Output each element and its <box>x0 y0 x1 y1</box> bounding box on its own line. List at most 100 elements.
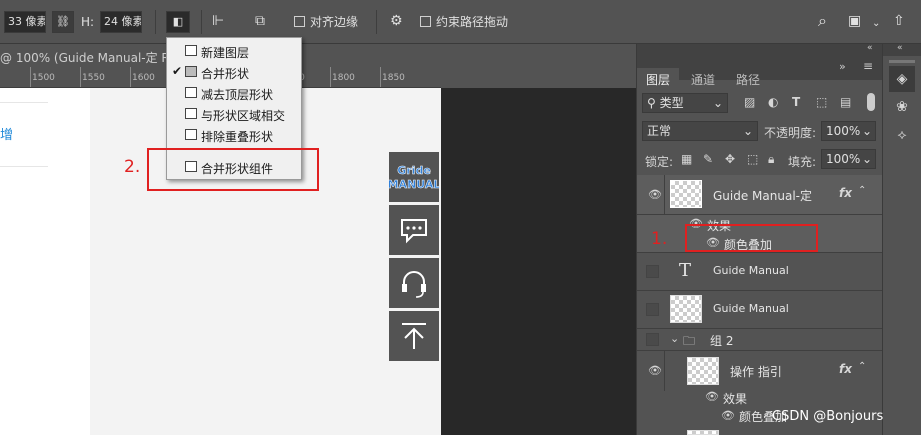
visibility-toggle[interactable] <box>646 333 659 346</box>
panel-header: « <box>637 43 883 56</box>
layer-row[interactable]: 👁︎ Guide Manual-定 fx ⌃ <box>637 175 883 215</box>
panel-expand-icon[interactable]: » <box>839 60 846 73</box>
canvas-text: 增 <box>0 128 14 143</box>
canvas-gap <box>48 88 90 435</box>
path-operations-button[interactable]: ◧ <box>166 11 190 33</box>
filter-toggle[interactable] <box>867 93 875 111</box>
layer-name[interactable]: Guide Manual <box>713 302 789 315</box>
share-icon[interactable]: ⇧ <box>893 13 905 29</box>
options-bar: 33 像素 ⛓ H: 24 像素 ◧ ⊩ ⧉ 对齐边缘 ⚙ 约束路径拖动 ⌕ ▣… <box>0 0 921 44</box>
width-field[interactable]: 33 像素 <box>4 11 46 33</box>
constrain-path-checkbox[interactable] <box>420 16 431 27</box>
height-field[interactable]: 24 像素 <box>100 11 142 33</box>
expand-icon[interactable]: « <box>897 43 903 53</box>
lock-transparent-icon[interactable]: ▦ <box>681 152 692 166</box>
menu-item-label: 新建图层 <box>201 46 250 60</box>
visibility-toggle[interactable] <box>646 303 659 316</box>
text-layer-icon: T <box>679 260 692 281</box>
smart-object-filter-icon[interactable]: ▤ <box>840 95 851 109</box>
effects-row[interactable]: 👁︎ 效果 <box>637 389 883 407</box>
panel-menu-icon[interactable]: ≡ <box>863 59 873 73</box>
tab-channels[interactable]: 通道 <box>682 68 724 92</box>
tab-layers[interactable]: 图层 <box>637 68 680 92</box>
properties-icon[interactable]: ❀ <box>889 94 915 120</box>
layers-panel-icon[interactable]: ◈ <box>889 66 915 92</box>
workspace-icon[interactable]: ▣ <box>848 13 861 29</box>
menu-item-combine-shapes[interactable]: ✔ 合并形状 <box>167 61 301 82</box>
subtract-front-shape-icon <box>185 87 197 98</box>
gear-icon[interactable]: ⚙ <box>390 13 403 29</box>
paths-icon[interactable]: ⟡ <box>889 122 915 148</box>
type-filter-icon[interactable]: T <box>792 95 800 109</box>
layer-row[interactable]: 👁︎ 操作 指引 fx ⌃ <box>637 351 883 391</box>
lock-all-icon[interactable]: 🔒︎ <box>768 152 774 167</box>
dock-header: « <box>883 43 921 56</box>
intersect-shape-icon <box>185 108 197 119</box>
ruler-line <box>130 67 131 87</box>
menu-item-label: 合并形状 <box>201 67 250 81</box>
chevron-down-icon[interactable]: ⌄ <box>670 332 679 345</box>
lock-artboard-icon[interactable]: ⬚ <box>747 152 758 166</box>
menu-item-exclude[interactable]: 排除重叠形状 <box>167 124 301 145</box>
blend-mode-select[interactable]: 正常 ⌄ <box>642 121 758 141</box>
new-layer-icon <box>185 45 197 56</box>
folder-icon: 🗀 <box>683 334 696 348</box>
lock-pixels-icon[interactable]: ✎ <box>703 152 713 166</box>
visibility-toggle[interactable] <box>646 265 659 278</box>
annotation-step-1: 1. <box>651 229 668 249</box>
combine-shapes-icon <box>185 66 197 77</box>
fill-label: 填充: <box>788 155 817 169</box>
back-to-top-button[interactable] <box>389 311 439 361</box>
eye-icon[interactable]: 👁︎ <box>705 390 719 403</box>
fill-field[interactable]: 100% ⌄ <box>821 149 876 169</box>
path-arrangement-icon[interactable]: ⧉ <box>255 13 265 29</box>
menu-item-new-layer[interactable]: 新建图层 <box>167 40 301 61</box>
ruler-line <box>380 67 381 87</box>
path-alignment-icon[interactable]: ⊩ <box>212 13 224 29</box>
menu-item-subtract-front[interactable]: 减去顶层形状 <box>167 82 301 103</box>
group-name[interactable]: 组 2 <box>710 332 733 349</box>
collapse-icon[interactable]: « <box>867 43 873 53</box>
guide-manual-logo: Gride MANUAL <box>387 158 441 196</box>
grip-handle[interactable] <box>889 60 915 63</box>
guide-manual-button[interactable]: Gride MANUAL <box>387 152 441 202</box>
document-tab[interactable]: @ 100% (Guide Manual-定 RG <box>0 44 636 67</box>
lock-position-icon[interactable]: ✥ <box>725 152 735 166</box>
adjustment-filter-icon[interactable]: ◐ <box>768 95 778 109</box>
pasteboard <box>441 88 637 435</box>
opacity-field[interactable]: 100% ⌄ <box>821 121 876 141</box>
fx-icon[interactable]: fx <box>839 362 852 376</box>
layer-thumbnail <box>670 180 702 208</box>
link-dimensions-button[interactable]: ⛓ <box>52 11 74 33</box>
chevron-up-icon[interactable]: ⌃ <box>858 361 866 372</box>
fx-icon[interactable]: fx <box>839 186 852 200</box>
layer-name[interactable]: 操作 指引 <box>730 363 782 380</box>
shape-filter-icon[interactable]: ⬚ <box>816 95 827 109</box>
annotation-step-2: 2. <box>124 157 141 177</box>
search-icon[interactable]: ⌕ <box>818 13 827 29</box>
message-button[interactable] <box>389 205 439 255</box>
panel-tabs: 图层 通道 路径 » ≡ <box>637 56 883 92</box>
blend-mode-value: 正常 <box>647 124 672 138</box>
svg-text:MANUAL: MANUAL <box>389 178 439 191</box>
tab-paths[interactable]: 路径 <box>727 68 769 92</box>
chevron-down-icon[interactable]: ⌄ <box>872 16 880 32</box>
layer-name[interactable]: Guide Manual-定 <box>713 187 812 204</box>
layer-row[interactable]: Guide Manual <box>637 291 883 329</box>
layer-name[interactable]: Guide Manual <box>713 264 789 277</box>
canvas-left-area[interactable]: 增 <box>0 88 48 435</box>
layer-filter-select[interactable]: ⚲ 类型 ⌄ <box>642 93 728 113</box>
pixel-filter-icon[interactable]: ▨ <box>744 95 755 109</box>
support-button[interactable] <box>389 258 439 308</box>
align-edges-checkbox[interactable] <box>294 16 305 27</box>
eye-icon[interactable]: 👁︎ <box>648 188 662 201</box>
menu-item-label: 排除重叠形状 <box>201 130 274 144</box>
layer-row[interactable]: T Guide Manual <box>637 253 883 291</box>
menu-item-intersect[interactable]: 与形状区域相交 <box>167 103 301 124</box>
group-row[interactable]: ⌄ 🗀 组 2 <box>637 329 883 351</box>
eye-icon[interactable]: 👁︎ <box>721 409 735 422</box>
chevron-up-icon[interactable]: ⌃ <box>858 185 866 196</box>
ruler-line <box>330 67 331 87</box>
eye-icon[interactable]: 👁︎ <box>648 364 662 377</box>
document-title: @ 100% (Guide Manual-定 RG <box>0 51 180 65</box>
